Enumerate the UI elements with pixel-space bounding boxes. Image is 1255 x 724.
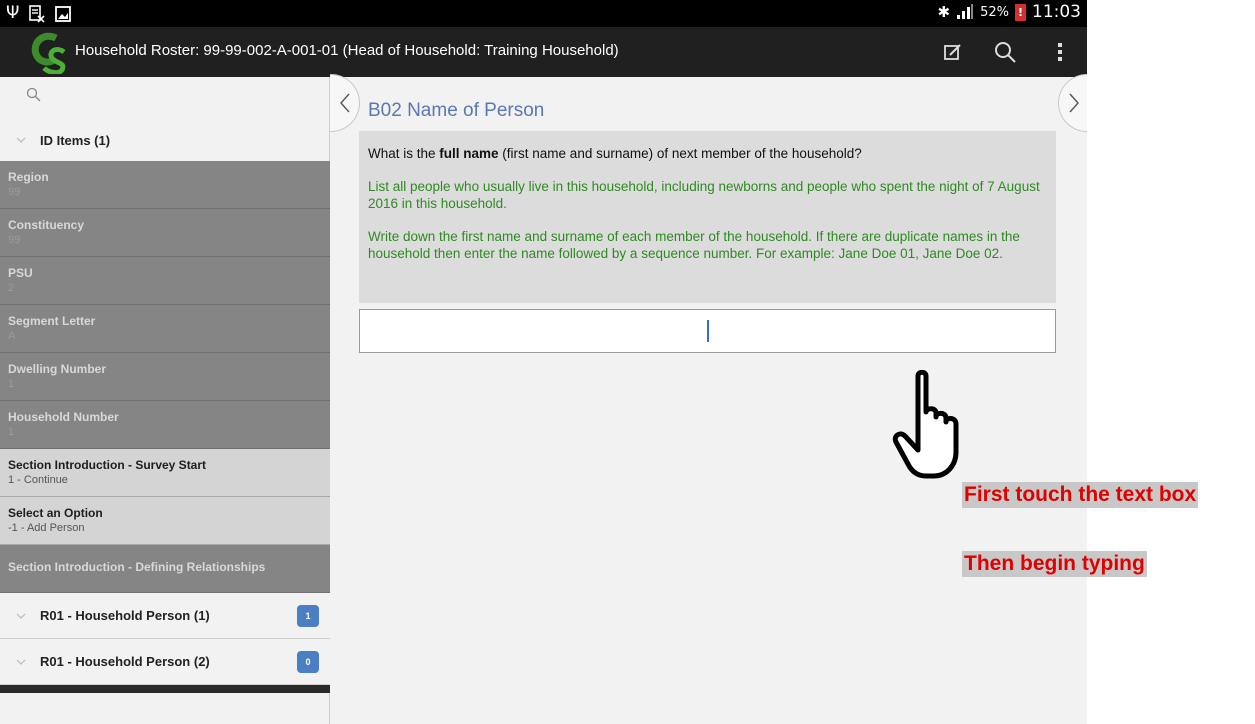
item-value: 1 — [8, 378, 15, 390]
item-value: 2 — [8, 282, 15, 294]
item-value: 99 — [8, 186, 21, 198]
question-title: B02 Name of Person — [368, 100, 545, 121]
item-value: A — [8, 330, 16, 342]
status-left-icons: Ψ — [6, 3, 72, 23]
tree-item-region[interactable]: Region 99 — [0, 161, 330, 209]
help-text-2: Write down the first name and surname of… — [368, 229, 1020, 261]
edit-button[interactable] — [938, 37, 968, 67]
answer-text-input[interactable] — [359, 309, 1056, 353]
tablet-screen: Ψ ✱ 52% ! 11:03 Household Roster: 99-99-… — [0, 0, 1087, 724]
tree-item-select-option[interactable]: Select an Option -1 - Add Person — [0, 497, 330, 545]
id-items-group-header[interactable]: ID Items (1) — [0, 121, 330, 161]
search-button[interactable] — [990, 37, 1020, 67]
item-value: 1 — [8, 426, 15, 438]
image-icon — [55, 6, 72, 22]
tree-item-constituency[interactable]: Constituency 99 — [0, 209, 330, 257]
overflow-menu-button[interactable] — [1045, 37, 1075, 67]
question-text-part: (first name and surname) of next member … — [498, 146, 862, 161]
question-text-bold: full name — [439, 146, 499, 161]
item-title: Section Introduction - Survey Start — [8, 458, 207, 472]
question-text: What is the full name (first name and su… — [368, 145, 1047, 162]
roster-household-person-2[interactable]: R01 - Household Person (2) 0 — [0, 639, 330, 685]
chevron-right-icon — [1068, 93, 1079, 113]
tree-item-survey-start[interactable]: Section Introduction - Survey Start 1 - … — [0, 449, 330, 497]
instruction-callout-2: Then begin typing — [962, 551, 1147, 577]
status-right-icons: ✱ 52% ! 11:03 — [938, 2, 1081, 22]
chevron-down-icon — [16, 137, 26, 143]
battery-icon: ! — [1015, 3, 1026, 21]
question-box: What is the full name (first name and su… — [359, 131, 1056, 303]
tree-items: Region 99 Constituency 99 PSU 2 Segment … — [0, 161, 330, 693]
chevron-down-icon — [16, 659, 26, 665]
page-title: Household Roster: 99-99-002-A-001-01 (He… — [75, 42, 619, 59]
item-title: Household Number — [8, 410, 119, 424]
roster-household-person-1[interactable]: R01 - Household Person (1) 1 — [0, 593, 330, 639]
tree-item-psu[interactable]: PSU 2 — [0, 257, 330, 305]
item-title: Dwelling Number — [8, 362, 107, 376]
tree-search-icon[interactable] — [26, 87, 42, 103]
item-value: 1 - Continue — [8, 474, 68, 486]
tree-footer-bar — [0, 685, 330, 693]
item-title: Select an Option — [8, 506, 103, 520]
instruction-callout-1: First touch the text box — [962, 482, 1199, 508]
chevron-down-icon — [16, 613, 26, 619]
item-value: 99 — [8, 234, 21, 246]
usb-icon: Ψ — [6, 3, 20, 23]
item-title: Segment Letter — [8, 314, 96, 328]
battery-percent: 52% — [980, 4, 1009, 20]
roster-count-badge: 1 — [297, 605, 319, 627]
no-sim-icon — [29, 5, 45, 23]
text-cursor — [707, 320, 709, 342]
question-text-part: What is the — [368, 146, 440, 161]
bluetooth-icon: ✱ — [937, 3, 951, 21]
clock: 11:03 — [1032, 2, 1081, 22]
roster-count-badge: 0 — [297, 651, 319, 673]
overflow-menu-icon — [1058, 43, 1062, 61]
tree-item-defining-relationships[interactable]: Section Introduction - Defining Relation… — [0, 545, 330, 593]
tree-item-household-number[interactable]: Household Number 1 — [0, 401, 330, 449]
tree-item-segment-letter[interactable]: Segment Letter A — [0, 305, 330, 353]
roster-label: R01 - Household Person (1) — [40, 608, 210, 623]
roster-label: R01 - Household Person (2) — [40, 654, 210, 669]
edit-icon — [944, 44, 961, 60]
item-title: Region — [8, 170, 49, 184]
item-value: -1 - Add Person — [8, 522, 85, 534]
status-bar: Ψ ✱ 52% ! 11:03 — [0, 0, 1087, 27]
search-icon — [995, 42, 1016, 63]
chevron-left-icon — [339, 93, 350, 113]
group-label: ID Items (1) — [40, 133, 111, 148]
item-title: Section Introduction - Defining Relation… — [8, 560, 266, 574]
item-title: Constituency — [8, 218, 85, 232]
cs-logo — [31, 32, 66, 74]
item-title: PSU — [8, 266, 33, 280]
signal-icon — [957, 4, 974, 19]
case-tree-panel: ID Items (1) Region 99 Constituency 99 P… — [0, 77, 330, 724]
tree-item-dwelling-number[interactable]: Dwelling Number 1 — [0, 353, 330, 401]
help-text-1: List all people who usually live in this… — [368, 179, 1040, 211]
pointing-hand-icon — [892, 370, 959, 479]
action-bar: Household Roster: 99-99-002-A-001-01 (He… — [0, 27, 1087, 77]
